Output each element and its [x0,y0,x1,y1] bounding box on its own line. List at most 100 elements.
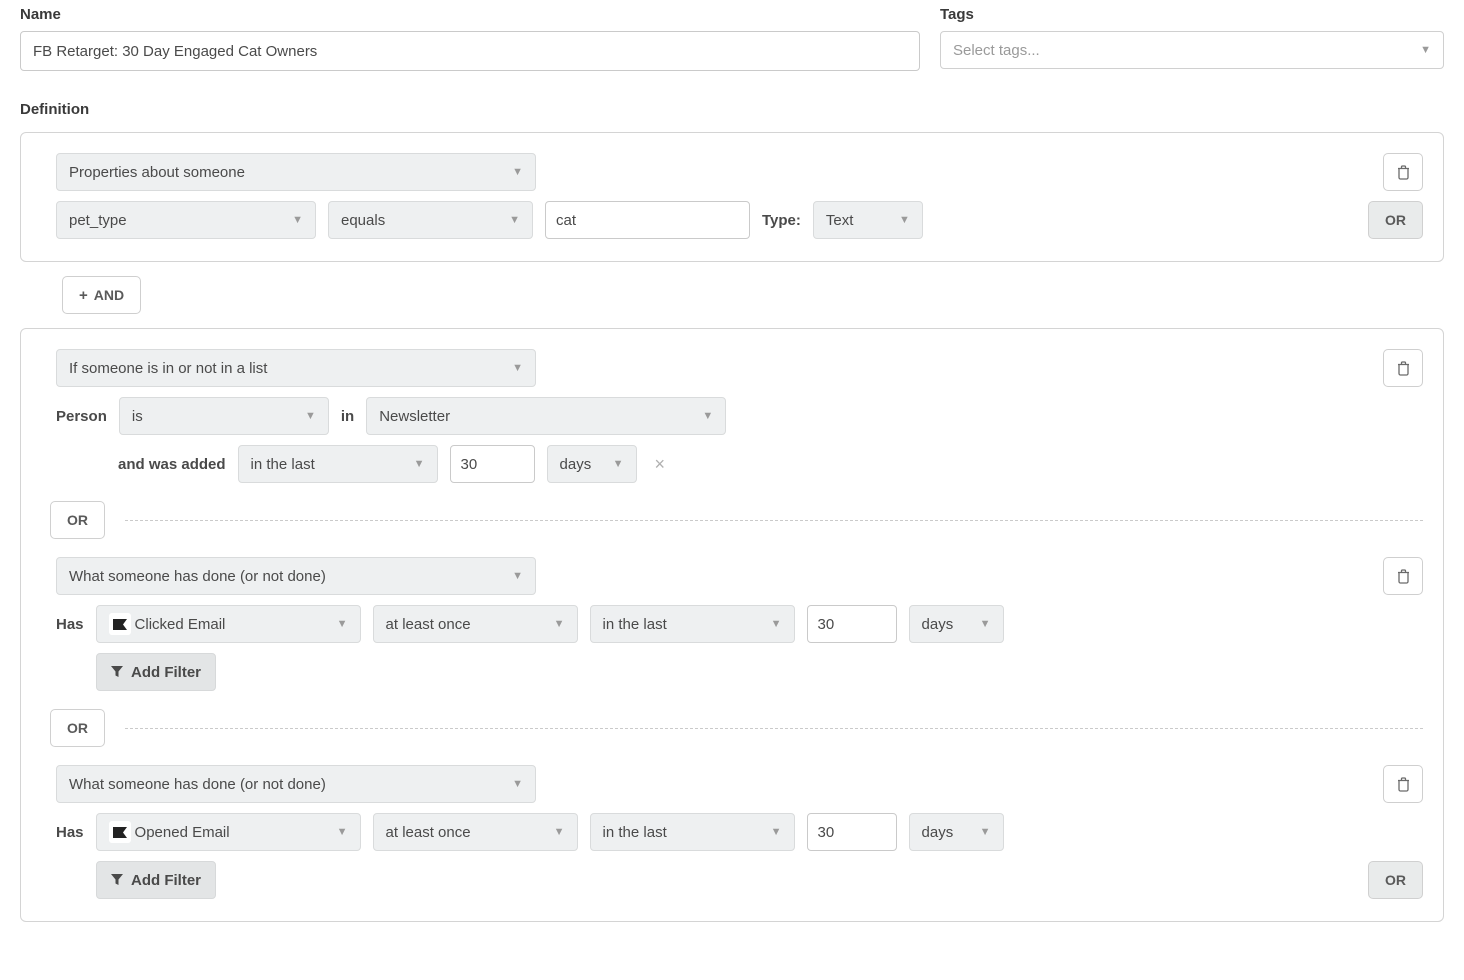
event-select[interactable]: Clicked Email ▼ [96,605,361,643]
name-label: Name [20,6,920,23]
list-select[interactable]: Newsletter ▼ [366,397,726,435]
chevron-down-icon: ▼ [554,826,565,838]
chevron-down-icon: ▼ [771,618,782,630]
frequency-value: at least once [386,824,471,841]
person-label: Person [56,408,107,425]
divider-line [125,520,1423,521]
delete-button[interactable] [1383,557,1423,595]
condition-type-select[interactable]: If someone is in or not in a list ▼ [56,349,536,387]
chevron-down-icon: ▼ [702,410,713,422]
chevron-down-icon: ▼ [613,458,624,470]
condition-type-select[interactable]: What someone has done (or not done) ▼ [56,765,536,803]
number-input[interactable] [450,445,535,483]
name-input[interactable] [20,31,920,71]
flag-icon [109,821,131,843]
frequency-value: at least once [386,616,471,633]
chevron-down-icon: ▼ [980,618,991,630]
add-filter-button[interactable]: Add Filter [96,861,216,899]
frequency-select[interactable]: at least once ▼ [373,605,578,643]
chevron-down-icon: ▼ [512,570,523,582]
delete-button[interactable] [1383,153,1423,191]
tags-label: Tags [940,6,1444,23]
unit-select[interactable]: days ▼ [909,605,1004,643]
and-button[interactable]: + AND [62,276,141,314]
flag-icon [109,613,131,635]
filter-icon [111,666,123,678]
is-select[interactable]: is ▼ [119,397,329,435]
timeframe-select[interactable]: in the last ▼ [590,813,795,851]
tags-select[interactable]: Select tags... ▼ [940,31,1444,69]
or-button[interactable]: OR [1368,201,1423,239]
chevron-down-icon: ▼ [337,826,348,838]
property-select[interactable]: pet_type ▼ [56,201,316,239]
operator-select[interactable]: equals ▼ [328,201,533,239]
remove-icon[interactable]: × [649,454,672,475]
event-select[interactable]: Opened Email ▼ [96,813,361,851]
or-divider-button[interactable]: OR [50,709,105,747]
condition-type-value: What someone has done (or not done) [69,776,326,793]
condition-type-value: If someone is in or not in a list [69,360,267,377]
trash-icon [1397,569,1410,584]
number-input[interactable] [807,605,897,643]
event-value: Opened Email [135,824,327,841]
add-filter-button[interactable]: Add Filter [96,653,216,691]
is-value: is [132,408,143,425]
chevron-down-icon: ▼ [771,826,782,838]
timeframe-value: in the last [251,456,315,473]
condition-group-2: If someone is in or not in a list ▼ Pers… [20,328,1444,922]
add-filter-label: Add Filter [131,664,201,681]
chevron-down-icon: ▼ [899,214,910,226]
and-label: AND [94,287,124,303]
unit-value: days [560,456,592,473]
unit-value: days [922,824,954,841]
condition-type-select[interactable]: Properties about someone ▼ [56,153,536,191]
was-added-label: and was added [118,456,226,473]
trash-icon [1397,777,1410,792]
chevron-down-icon: ▼ [512,778,523,790]
or-button[interactable]: OR [1368,861,1423,899]
condition-type-value: Properties about someone [69,164,245,181]
timeframe-select[interactable]: in the last ▼ [590,605,795,643]
add-filter-label: Add Filter [131,872,201,889]
timeframe-select[interactable]: in the last ▼ [238,445,438,483]
trash-icon [1397,165,1410,180]
chevron-down-icon: ▼ [1420,44,1431,56]
condition-group-1: Properties about someone ▼ pet_type ▼ eq… [20,132,1444,262]
frequency-select[interactable]: at least once ▼ [373,813,578,851]
event-value: Clicked Email [135,616,327,633]
or-divider-button[interactable]: OR [50,501,105,539]
property-value: pet_type [69,212,127,229]
condition-type-value: What someone has done (or not done) [69,568,326,585]
chevron-down-icon: ▼ [554,618,565,630]
type-select[interactable]: Text ▼ [813,201,923,239]
delete-button[interactable] [1383,765,1423,803]
list-value: Newsletter [379,408,450,425]
chevron-down-icon: ▼ [509,214,520,226]
has-label: Has [56,824,84,841]
chevron-down-icon: ▼ [414,458,425,470]
chevron-down-icon: ▼ [292,214,303,226]
chevron-down-icon: ▼ [512,362,523,374]
value-input[interactable] [545,201,750,239]
operator-value: equals [341,212,385,229]
chevron-down-icon: ▼ [305,410,316,422]
tags-placeholder: Select tags... [953,42,1040,59]
unit-select[interactable]: days ▼ [909,813,1004,851]
divider-line [125,728,1423,729]
type-label: Type: [762,212,801,229]
type-value: Text [826,212,854,229]
has-label: Has [56,616,84,633]
chevron-down-icon: ▼ [512,166,523,178]
unit-select[interactable]: days ▼ [547,445,637,483]
timeframe-value: in the last [603,824,667,841]
condition-type-select[interactable]: What someone has done (or not done) ▼ [56,557,536,595]
number-input[interactable] [807,813,897,851]
trash-icon [1397,361,1410,376]
chevron-down-icon: ▼ [337,618,348,630]
delete-button[interactable] [1383,349,1423,387]
definition-label: Definition [20,101,1444,118]
unit-value: days [922,616,954,633]
in-label: in [341,408,354,425]
timeframe-value: in the last [603,616,667,633]
chevron-down-icon: ▼ [980,826,991,838]
